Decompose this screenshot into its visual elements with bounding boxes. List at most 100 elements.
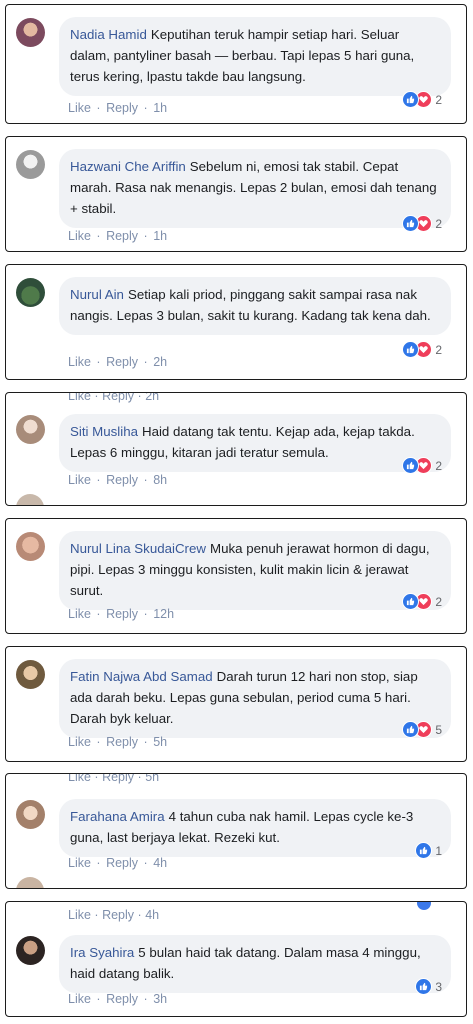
- reply-link[interactable]: Reply: [102, 393, 134, 403]
- comment-author[interactable]: Hazwani Che Ariffin: [70, 159, 186, 174]
- reaction-summary[interactable]: 2: [402, 215, 442, 232]
- separator: ·: [143, 473, 148, 487]
- reaction-count: 1: [435, 843, 442, 858]
- comment-time[interactable]: 3h: [153, 992, 167, 1006]
- comment-actions: Like · Reply · 5h: [68, 735, 169, 749]
- next-comment-avatar: [16, 494, 44, 505]
- comment-time[interactable]: 1h: [153, 229, 167, 243]
- comment-actions: Like · Reply · 8h: [68, 473, 169, 487]
- separator: ·: [96, 607, 101, 621]
- comment-time[interactable]: 8h: [153, 473, 167, 487]
- comment-card: Fatin Najwa Abd Samad Darah turun 12 hari…: [5, 646, 467, 762]
- comment-time[interactable]: 5h: [145, 774, 159, 784]
- like-link[interactable]: Like: [68, 607, 91, 621]
- like-link[interactable]: Like: [68, 101, 91, 115]
- comment-time[interactable]: 4h: [145, 908, 159, 922]
- comment-author[interactable]: Ira Syahira: [70, 945, 134, 960]
- comment-author[interactable]: Nurul Lina SkudaiCrew: [70, 541, 206, 556]
- like-link[interactable]: Like: [68, 355, 91, 369]
- reply-link[interactable]: Reply: [102, 774, 134, 784]
- reply-link[interactable]: Reply: [106, 473, 138, 487]
- reaction-summary[interactable]: 5: [402, 721, 442, 738]
- reaction-summary[interactable]: 2: [402, 593, 442, 610]
- like-link[interactable]: Like: [68, 774, 91, 784]
- comment-time[interactable]: 2h: [153, 355, 167, 369]
- previous-comment-actions: Like · Reply · 4h: [68, 908, 159, 922]
- comment-bubble: Nurul Ain Setiap kali priod, pinggang sak…: [59, 277, 451, 335]
- comment-actions: Like · Reply · 12h: [68, 607, 176, 621]
- comment-time[interactable]: 5h: [153, 735, 167, 749]
- avatar[interactable]: [16, 532, 45, 561]
- reply-link[interactable]: Reply: [106, 735, 138, 749]
- comment-time[interactable]: 1h: [153, 101, 167, 115]
- comment-card: Hazwani Che Ariffin Sebelum ni, emosi tak…: [5, 136, 467, 252]
- comment-actions: Like · Reply · 1h: [68, 229, 169, 243]
- like-link[interactable]: Like: [68, 473, 91, 487]
- separator: ·: [96, 735, 101, 749]
- like-link[interactable]: Like: [68, 735, 91, 749]
- avatar[interactable]: [16, 415, 45, 444]
- comment-author[interactable]: Fatin Najwa Abd Samad: [70, 669, 213, 684]
- reply-link[interactable]: Reply: [106, 607, 138, 621]
- comment-card: Nadia Hamid Keputihan teruk hampir setiap…: [5, 4, 467, 124]
- next-comment-avatar: [16, 877, 44, 888]
- comment-card: Like · Reply · 2h Siti Musliha Haid datan…: [5, 392, 467, 506]
- comment-author[interactable]: Siti Musliha: [70, 424, 138, 439]
- comment-actions: Like · Reply · 1h: [68, 101, 169, 115]
- like-link[interactable]: Like: [68, 856, 91, 870]
- separator: ·: [143, 607, 148, 621]
- reaction-summary[interactable]: 2: [402, 91, 442, 108]
- reaction-count: 5: [435, 722, 442, 737]
- comment-author[interactable]: Nadia Hamid: [70, 27, 147, 42]
- separator: ·: [96, 856, 101, 870]
- reply-link[interactable]: Reply: [106, 856, 138, 870]
- reply-link[interactable]: Reply: [106, 229, 138, 243]
- separator: ·: [143, 229, 148, 243]
- reply-link[interactable]: Reply: [106, 101, 138, 115]
- separator: ·: [96, 101, 101, 115]
- like-link[interactable]: Like: [68, 908, 91, 922]
- comment-card: Nurul Ain Setiap kali priod, pinggang sak…: [5, 264, 467, 380]
- avatar[interactable]: [16, 150, 45, 179]
- comment-author[interactable]: Farahana Amira: [70, 809, 165, 824]
- reaction-summary[interactable]: 2: [402, 341, 442, 358]
- reply-link[interactable]: Reply: [106, 992, 138, 1006]
- reply-link[interactable]: Reply: [102, 908, 134, 922]
- separator: ·: [94, 773, 99, 784]
- comment-bubble: Hazwani Che Ariffin Sebelum ni, emosi tak…: [59, 149, 451, 228]
- avatar[interactable]: [16, 660, 45, 689]
- comment-bubble: Ira Syahira 5 bulan haid tak datang. Dala…: [59, 935, 451, 993]
- like-reaction-icon: [415, 978, 433, 995]
- reaction-summary[interactable]: 3: [415, 978, 442, 995]
- comment-time[interactable]: 2h: [145, 393, 159, 403]
- reaction-count: 2: [435, 458, 442, 473]
- comment-bubble: Fatin Najwa Abd Samad Darah turun 12 hari…: [59, 659, 451, 738]
- like-link[interactable]: Like: [68, 992, 91, 1006]
- comment-author[interactable]: Nurul Ain: [70, 287, 124, 302]
- avatar[interactable]: [16, 800, 45, 829]
- separator: ·: [96, 355, 101, 369]
- previous-comment-actions: Like · Reply · 2h: [68, 393, 159, 403]
- comment-text: Setiap kali priod, pinggang sakit sampai…: [70, 287, 431, 323]
- like-link[interactable]: Like: [68, 229, 91, 243]
- like-link[interactable]: Like: [68, 393, 91, 403]
- separator: ·: [137, 908, 142, 922]
- avatar[interactable]: [16, 18, 45, 47]
- reply-link[interactable]: Reply: [106, 355, 138, 369]
- reaction-count: 2: [435, 216, 442, 231]
- comment-card: Nurul Lina SkudaiCrew Muka penuh jerawat …: [5, 518, 467, 634]
- comment-bubble: Siti Musliha Haid datang tak tentu. Kejap…: [59, 414, 451, 472]
- reaction-count: 3: [435, 979, 442, 994]
- reaction-summary[interactable]: 2: [402, 457, 442, 474]
- comment-actions: Like · Reply · 3h: [68, 992, 169, 1006]
- separator: ·: [137, 773, 142, 784]
- comment-time[interactable]: 4h: [153, 856, 167, 870]
- avatar[interactable]: [16, 278, 45, 307]
- reaction-summary[interactable]: 1: [415, 842, 442, 859]
- comment-time[interactable]: 12h: [153, 607, 174, 621]
- avatar[interactable]: [16, 936, 45, 965]
- separator: ·: [143, 101, 148, 115]
- previous-comment-actions: Like · Reply · 5h: [68, 773, 159, 784]
- reaction-count: 2: [435, 594, 442, 609]
- comment-actions: Like · Reply · 4h: [68, 856, 169, 870]
